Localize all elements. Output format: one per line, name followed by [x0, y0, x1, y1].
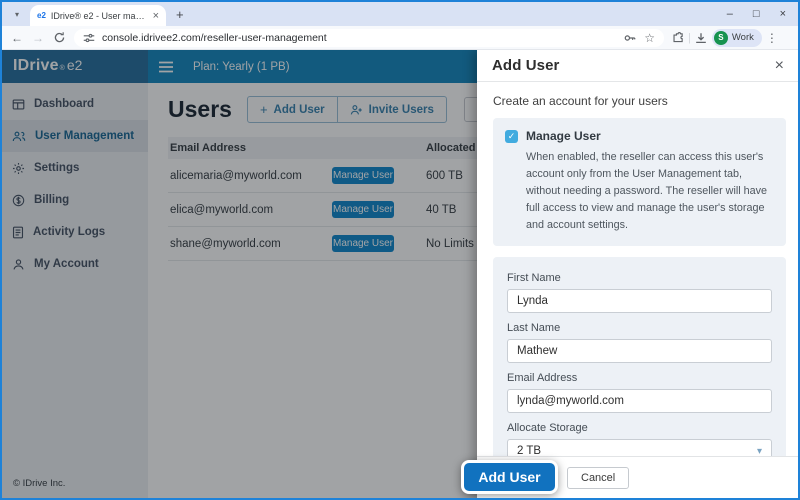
back-icon[interactable]: ←: [11, 31, 23, 45]
manage-user-label: Manage User: [526, 129, 601, 143]
site-settings-icon[interactable]: [83, 32, 95, 44]
profile-button[interactable]: S Work: [712, 29, 762, 47]
tab-search-icon[interactable]: ▾: [9, 6, 25, 22]
password-key-icon[interactable]: [623, 31, 637, 45]
manage-user-checkbox[interactable]: ✓: [505, 130, 518, 143]
first-name-field[interactable]: [507, 289, 772, 313]
downloads-icon[interactable]: [694, 31, 708, 45]
extensions-icon[interactable]: [672, 31, 685, 44]
manage-user-description: When enabled, the reseller can access th…: [526, 149, 776, 234]
user-details-panel: First Name Last Name Email Address Alloc…: [493, 257, 786, 477]
app-area: IDrive ® e2 Dashboard User Management: [2, 50, 798, 498]
browser-menu-icon[interactable]: ⋮: [766, 31, 778, 45]
drawer-subtitle: Create an account for your users: [493, 94, 782, 108]
close-icon[interactable]: ×: [775, 58, 784, 74]
profile-name: Work: [732, 32, 754, 43]
tab-title: IDrive® e2 - User management: [51, 11, 148, 21]
allocate-storage-label: Allocate Storage: [507, 422, 772, 434]
email-address-field[interactable]: [507, 389, 772, 413]
refresh-icon[interactable]: [53, 31, 66, 44]
cancel-button[interactable]: Cancel: [567, 467, 629, 489]
drawer-header: Add User ×: [477, 50, 798, 82]
browser-window: ▾ e2 IDrive® e2 - User management × + – …: [0, 0, 800, 500]
drawer-title: Add User: [492, 57, 559, 74]
forward-icon[interactable]: →: [32, 31, 44, 45]
browser-toolbar: ← → console.idrivee2.com/reseller-user-m…: [2, 26, 798, 50]
address-bar[interactable]: console.idrivee2.com/reseller-user-manag…: [74, 29, 664, 47]
add-user-drawer: Add User × Create an account for your us…: [477, 50, 798, 498]
url-text[interactable]: console.idrivee2.com/reseller-user-manag…: [102, 32, 616, 44]
minimize-button[interactable]: –: [727, 8, 733, 20]
avatar: S: [714, 31, 728, 45]
maximize-button[interactable]: □: [753, 8, 760, 20]
window-close-button[interactable]: ×: [780, 8, 786, 20]
email-address-label: Email Address: [507, 372, 772, 384]
manage-user-panel: ✓ Manage User When enabled, the reseller…: [493, 118, 786, 246]
toolbar-divider: |: [688, 32, 691, 44]
add-user-submit-button[interactable]: Add User: [461, 460, 558, 494]
bookmark-star-icon[interactable]: ☆: [644, 31, 655, 45]
tab-close-icon[interactable]: ×: [153, 10, 159, 22]
manage-user-option: ✓ Manage User: [505, 129, 774, 143]
new-tab-button[interactable]: +: [176, 7, 184, 22]
window-controls: – □ ×: [727, 8, 786, 20]
browser-tab[interactable]: e2 IDrive® e2 - User management ×: [30, 5, 166, 26]
site-favicon: e2: [37, 11, 46, 20]
first-name-label: First Name: [507, 272, 772, 284]
last-name-field[interactable]: [507, 339, 772, 363]
tab-strip: ▾ e2 IDrive® e2 - User management × + – …: [2, 2, 798, 26]
last-name-label: Last Name: [507, 322, 772, 334]
